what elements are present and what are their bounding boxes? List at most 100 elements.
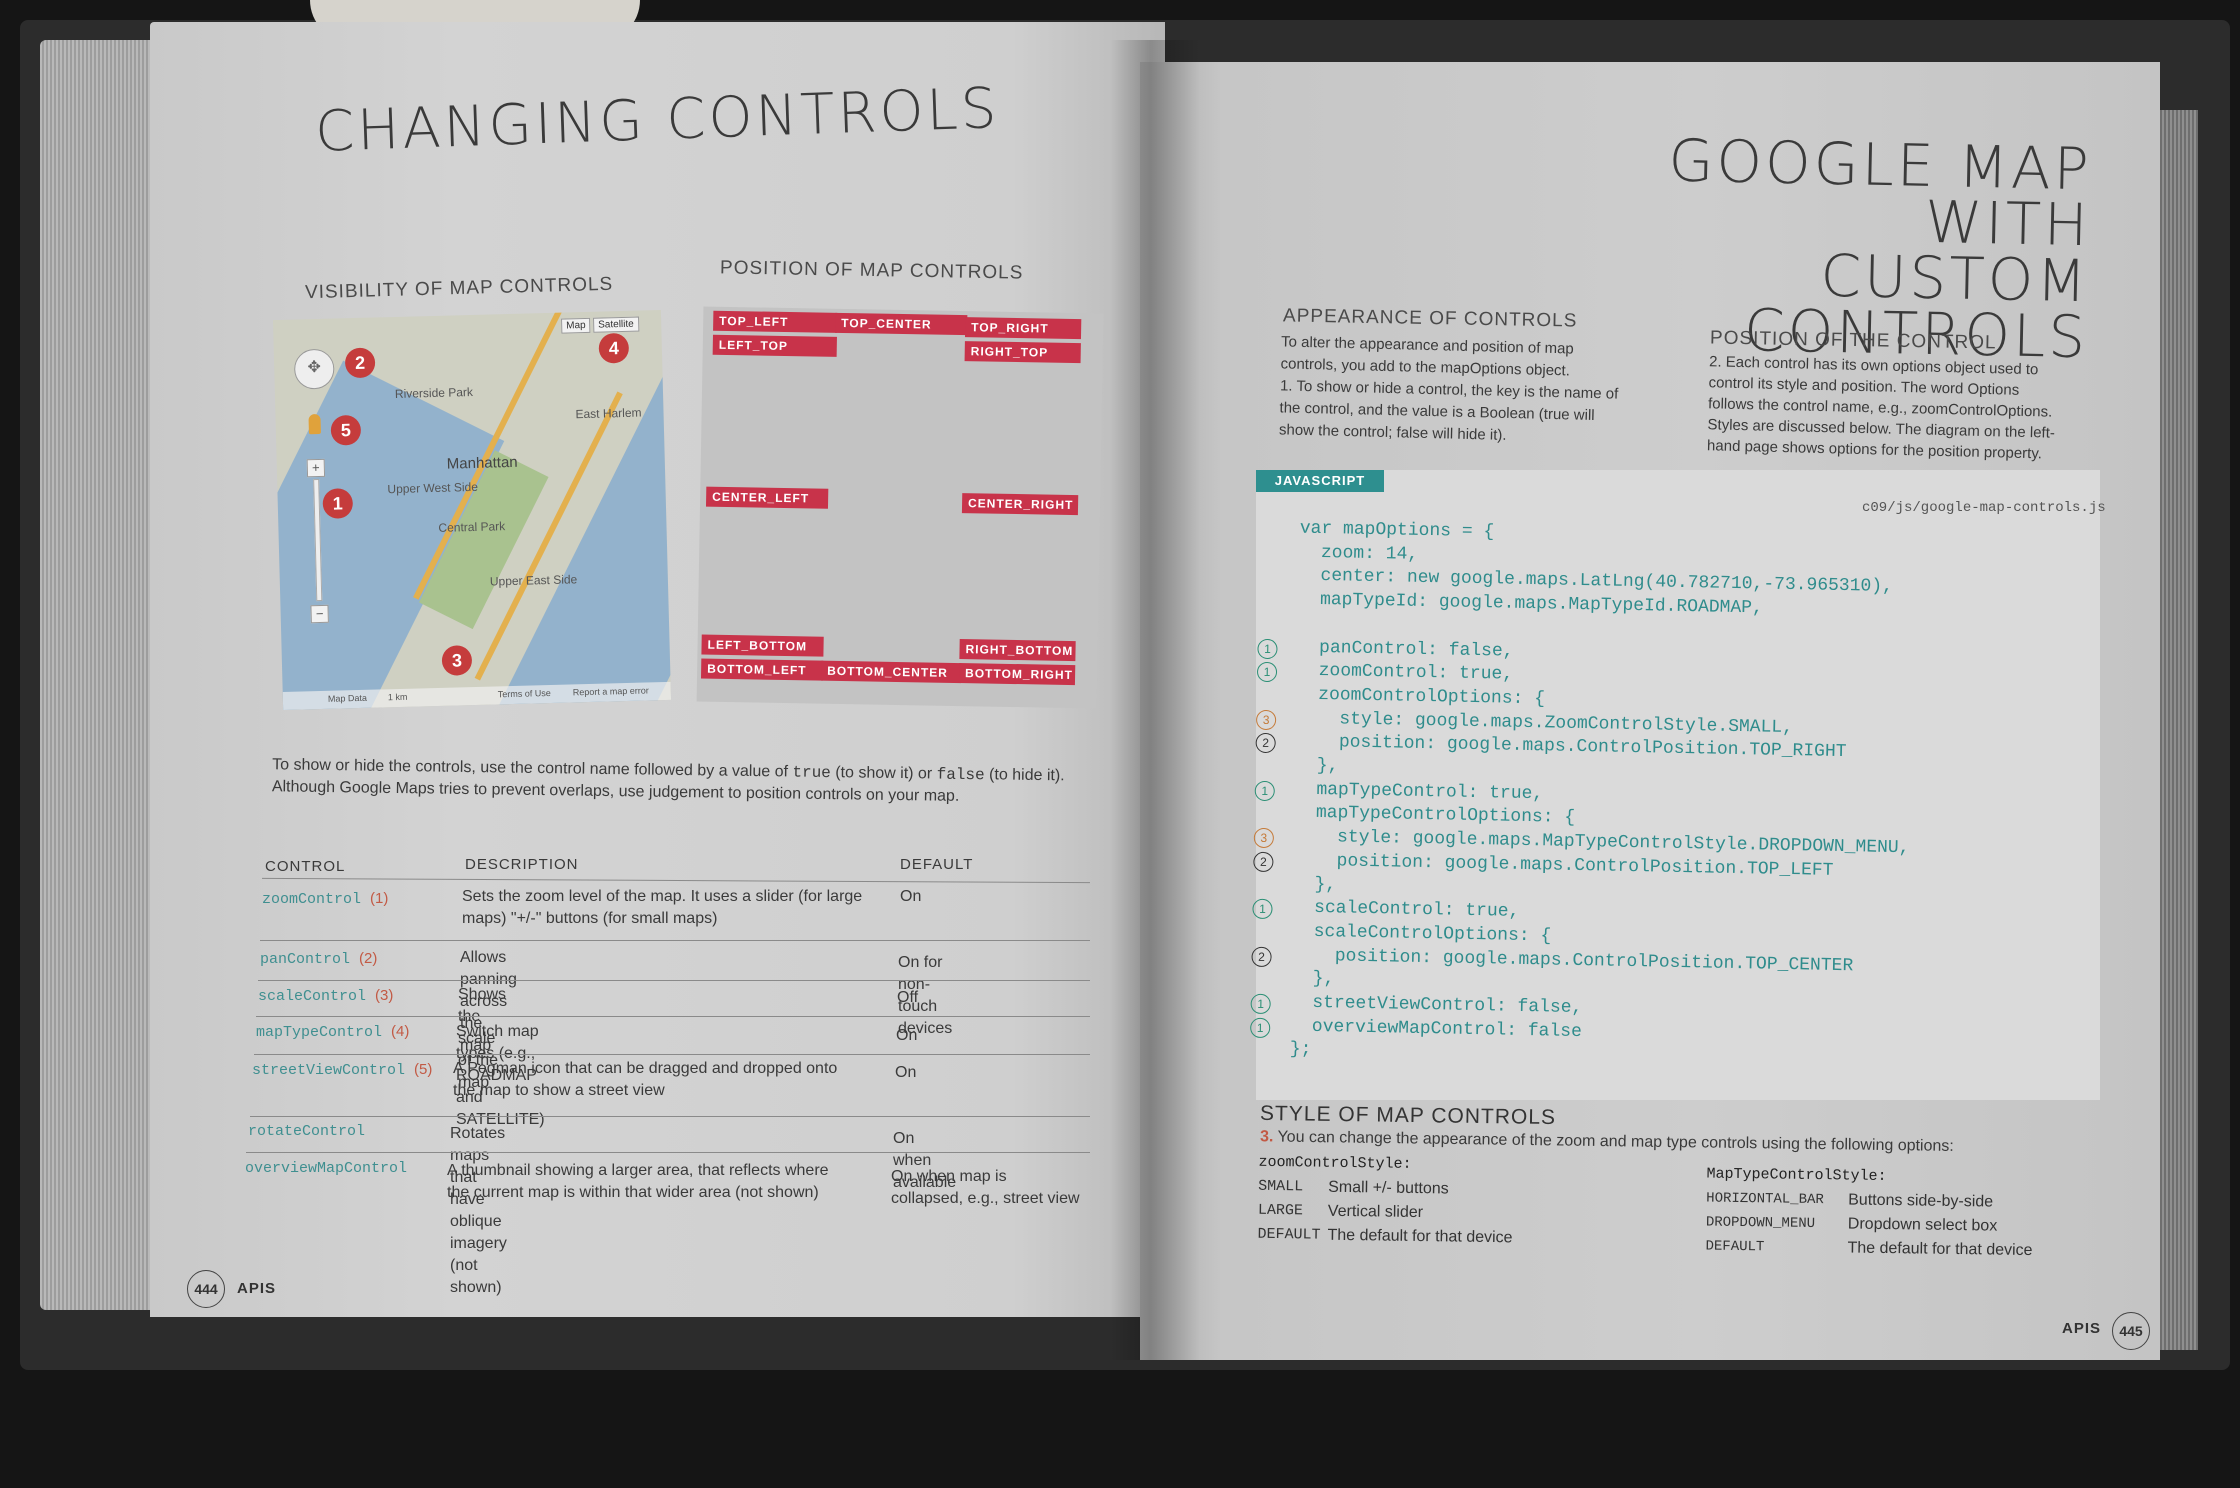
code-marker-1-icon: 1 — [1254, 780, 1275, 801]
map-illustration: Map Satellite ✥ + − 2 5 1 3 4 Manhattan … — [272, 309, 672, 711]
intro-false-keyword: false — [936, 765, 985, 785]
table-header-description: DESCRIPTION — [465, 856, 579, 873]
table-row-default: On — [895, 1064, 917, 1081]
map-label-east-harlem: East Harlem — [575, 405, 642, 422]
javascript-label: JAVASCRIPT — [1256, 470, 1384, 492]
table-header-default: DEFAULT — [900, 856, 974, 873]
table-row-default: On — [896, 1027, 918, 1044]
table-row-control: overviewMapControl — [245, 1160, 408, 1177]
code-line-text: scaleControl: true, — [1292, 897, 1520, 923]
code-line-text: }; — [1289, 1039, 1312, 1061]
code-line-text: overviewMapControl: false — [1290, 1016, 1583, 1042]
code-marker-2-icon: 2 — [1251, 946, 1272, 967]
map-label-central-park: Central Park — [438, 519, 506, 535]
footer-right: APIS — [2062, 1320, 2102, 1337]
code-line-text: mapTypeControlOptions: { — [1294, 802, 1576, 829]
code-line-text: }, — [1290, 968, 1335, 990]
table-row-description: A Pegman icon that can be dragged and dr… — [453, 1060, 838, 1099]
page-number-left: 444 — [187, 1270, 225, 1308]
style-heading: STYLE OF MAP CONTROLS — [1259, 1101, 1557, 1130]
code-marker-1-icon: 1 — [1250, 1017, 1271, 1038]
tag-bottom-center: BOTTOM_CENTER — [820, 660, 962, 684]
code-line-text: }, — [1295, 755, 1339, 777]
table-row-rule — [246, 1152, 1090, 1153]
map-label-riverside-park: Riverside Park — [394, 384, 474, 401]
map-data-label: Map Data — [327, 692, 368, 704]
map-scale-label: 1 km — [387, 691, 408, 703]
tag-left-bottom: LEFT_BOTTOM — [701, 634, 824, 657]
tag-bottom-right: BOTTOM_RIGHT — [958, 663, 1076, 686]
footer-left: APIS — [237, 1280, 277, 1297]
zoom-out-icon[interactable]: − — [310, 604, 329, 624]
table-row-control: streetViewControl (5) — [252, 1061, 433, 1079]
code-marker-2-icon: 2 — [1255, 733, 1276, 754]
tag-right-bottom: RIGHT_BOTTOM — [959, 639, 1076, 662]
code-line-text: panControl: false, — [1297, 637, 1514, 662]
pan-control-icon[interactable]: ✥ — [293, 348, 335, 390]
position-diagram: TOP_LEFT LEFT_TOP TOP_CENTER TOP_RIGHT R… — [696, 306, 1104, 709]
map-label-upper-west-side: Upper West Side — [387, 479, 479, 497]
map-label-manhattan: Manhattan — [446, 453, 518, 473]
table-row-default: Off — [897, 989, 919, 1006]
tag-top-left: TOP_LEFT — [713, 310, 838, 333]
report-map-error-link[interactable]: Report a map error — [573, 685, 649, 697]
tag-top-right: TOP_RIGHT — [964, 317, 1082, 340]
code-marker-1-icon: 1 — [1256, 661, 1278, 683]
zoom-style-list: zoomControlStyle: SMALL Small +/- buttons… — [1257, 1153, 1513, 1247]
code-line-text: streetViewControl: false, — [1290, 992, 1583, 1019]
map-type-button-satellite[interactable]: Satellite — [593, 316, 639, 333]
code-marker-3-icon: 3 — [1253, 827, 1275, 849]
pin-3: 3 — [441, 645, 473, 676]
maptype-style-list: MapTypeControlStyle: HORIZONTAL_BAR Butto… — [1705, 1165, 2033, 1260]
terms-of-use-link[interactable]: Terms of Use — [498, 688, 551, 699]
table-row-control: rotateControl — [248, 1123, 366, 1140]
intro-true-keyword: true — [792, 763, 831, 783]
code-marker-3-icon: 3 — [1255, 709, 1277, 730]
code-line-text: var mapOptions = { — [1299, 518, 1495, 543]
code-line-text: zoomControlOptions: { — [1296, 684, 1546, 710]
code-marker-1-icon: 1 — [1257, 638, 1278, 659]
code-marker-1-icon: 1 — [1252, 898, 1273, 920]
tag-center-right: CENTER_RIGHT — [961, 493, 1079, 516]
table-row-control: scaleControl (3) — [258, 987, 394, 1005]
table-row-rule — [250, 1116, 1090, 1117]
tag-bottom-left: BOTTOM_LEFT — [700, 658, 824, 681]
pegman-icon[interactable] — [308, 413, 321, 435]
table-row-rule — [254, 1054, 1090, 1055]
map-type-button-map[interactable]: Map — [561, 317, 591, 334]
code-listing: var mapOptions = { zoom: 14, center: new… — [1250, 518, 2100, 1094]
code-marker-2-icon: 2 — [1253, 851, 1274, 872]
position-control-text: 2. Each control has its own options obje… — [1706, 353, 2056, 463]
code-line-text: }, — [1292, 874, 1337, 895]
appearance-text: To alter the appearance and position of … — [1278, 333, 1619, 444]
code-line-text: scaleControlOptions: { — [1291, 921, 1552, 947]
code-line-text: mapTypeControl: true, — [1294, 779, 1544, 804]
table-row-description: Rotates maps that have oblique imagery (… — [450, 1125, 507, 1296]
table-row-default: On when map is collapsed, e.g., street vi… — [891, 1168, 1080, 1207]
code-line-text: zoom: 14, — [1299, 542, 1419, 565]
table-row-rule — [256, 1016, 1090, 1017]
pin-4: 4 — [598, 332, 630, 364]
table-row-control: panControl (2) — [260, 950, 378, 968]
tag-top-center: TOP_CENTER — [835, 312, 968, 336]
table-row-rule — [260, 940, 1090, 941]
tag-left-top: LEFT_TOP — [712, 334, 837, 357]
zoom-in-icon[interactable]: + — [306, 458, 326, 478]
file-path: c09/js/google-map-controls.js — [1862, 500, 2106, 516]
table-row-default: On — [900, 888, 922, 905]
tag-right-top: RIGHT_TOP — [964, 341, 1081, 364]
map-label-upper-east-side: Upper East Side — [489, 572, 578, 589]
table-row-description: Sets the zoom level of the map. It uses … — [462, 888, 863, 927]
table-row-description: A thumbnail showing a larger area, that … — [447, 1162, 829, 1201]
code-marker-1-icon: 1 — [1250, 993, 1271, 1015]
page-number-right: 445 — [2112, 1312, 2150, 1350]
intro-text-b: (to show it) or — [830, 764, 937, 783]
code-line-text: zoomControl: true, — [1296, 660, 1514, 685]
table-row-control: mapTypeControl (4) — [256, 1023, 410, 1041]
tag-center-left: CENTER_LEFT — [705, 486, 829, 509]
table-row-control: zoomControl (1) — [262, 890, 389, 908]
book-gutter-shadow — [1110, 40, 1200, 1360]
table-header-control: CONTROL — [265, 858, 346, 875]
table-row-rule — [258, 980, 1090, 981]
intro-text-c: (to hide it). — [984, 766, 1065, 785]
